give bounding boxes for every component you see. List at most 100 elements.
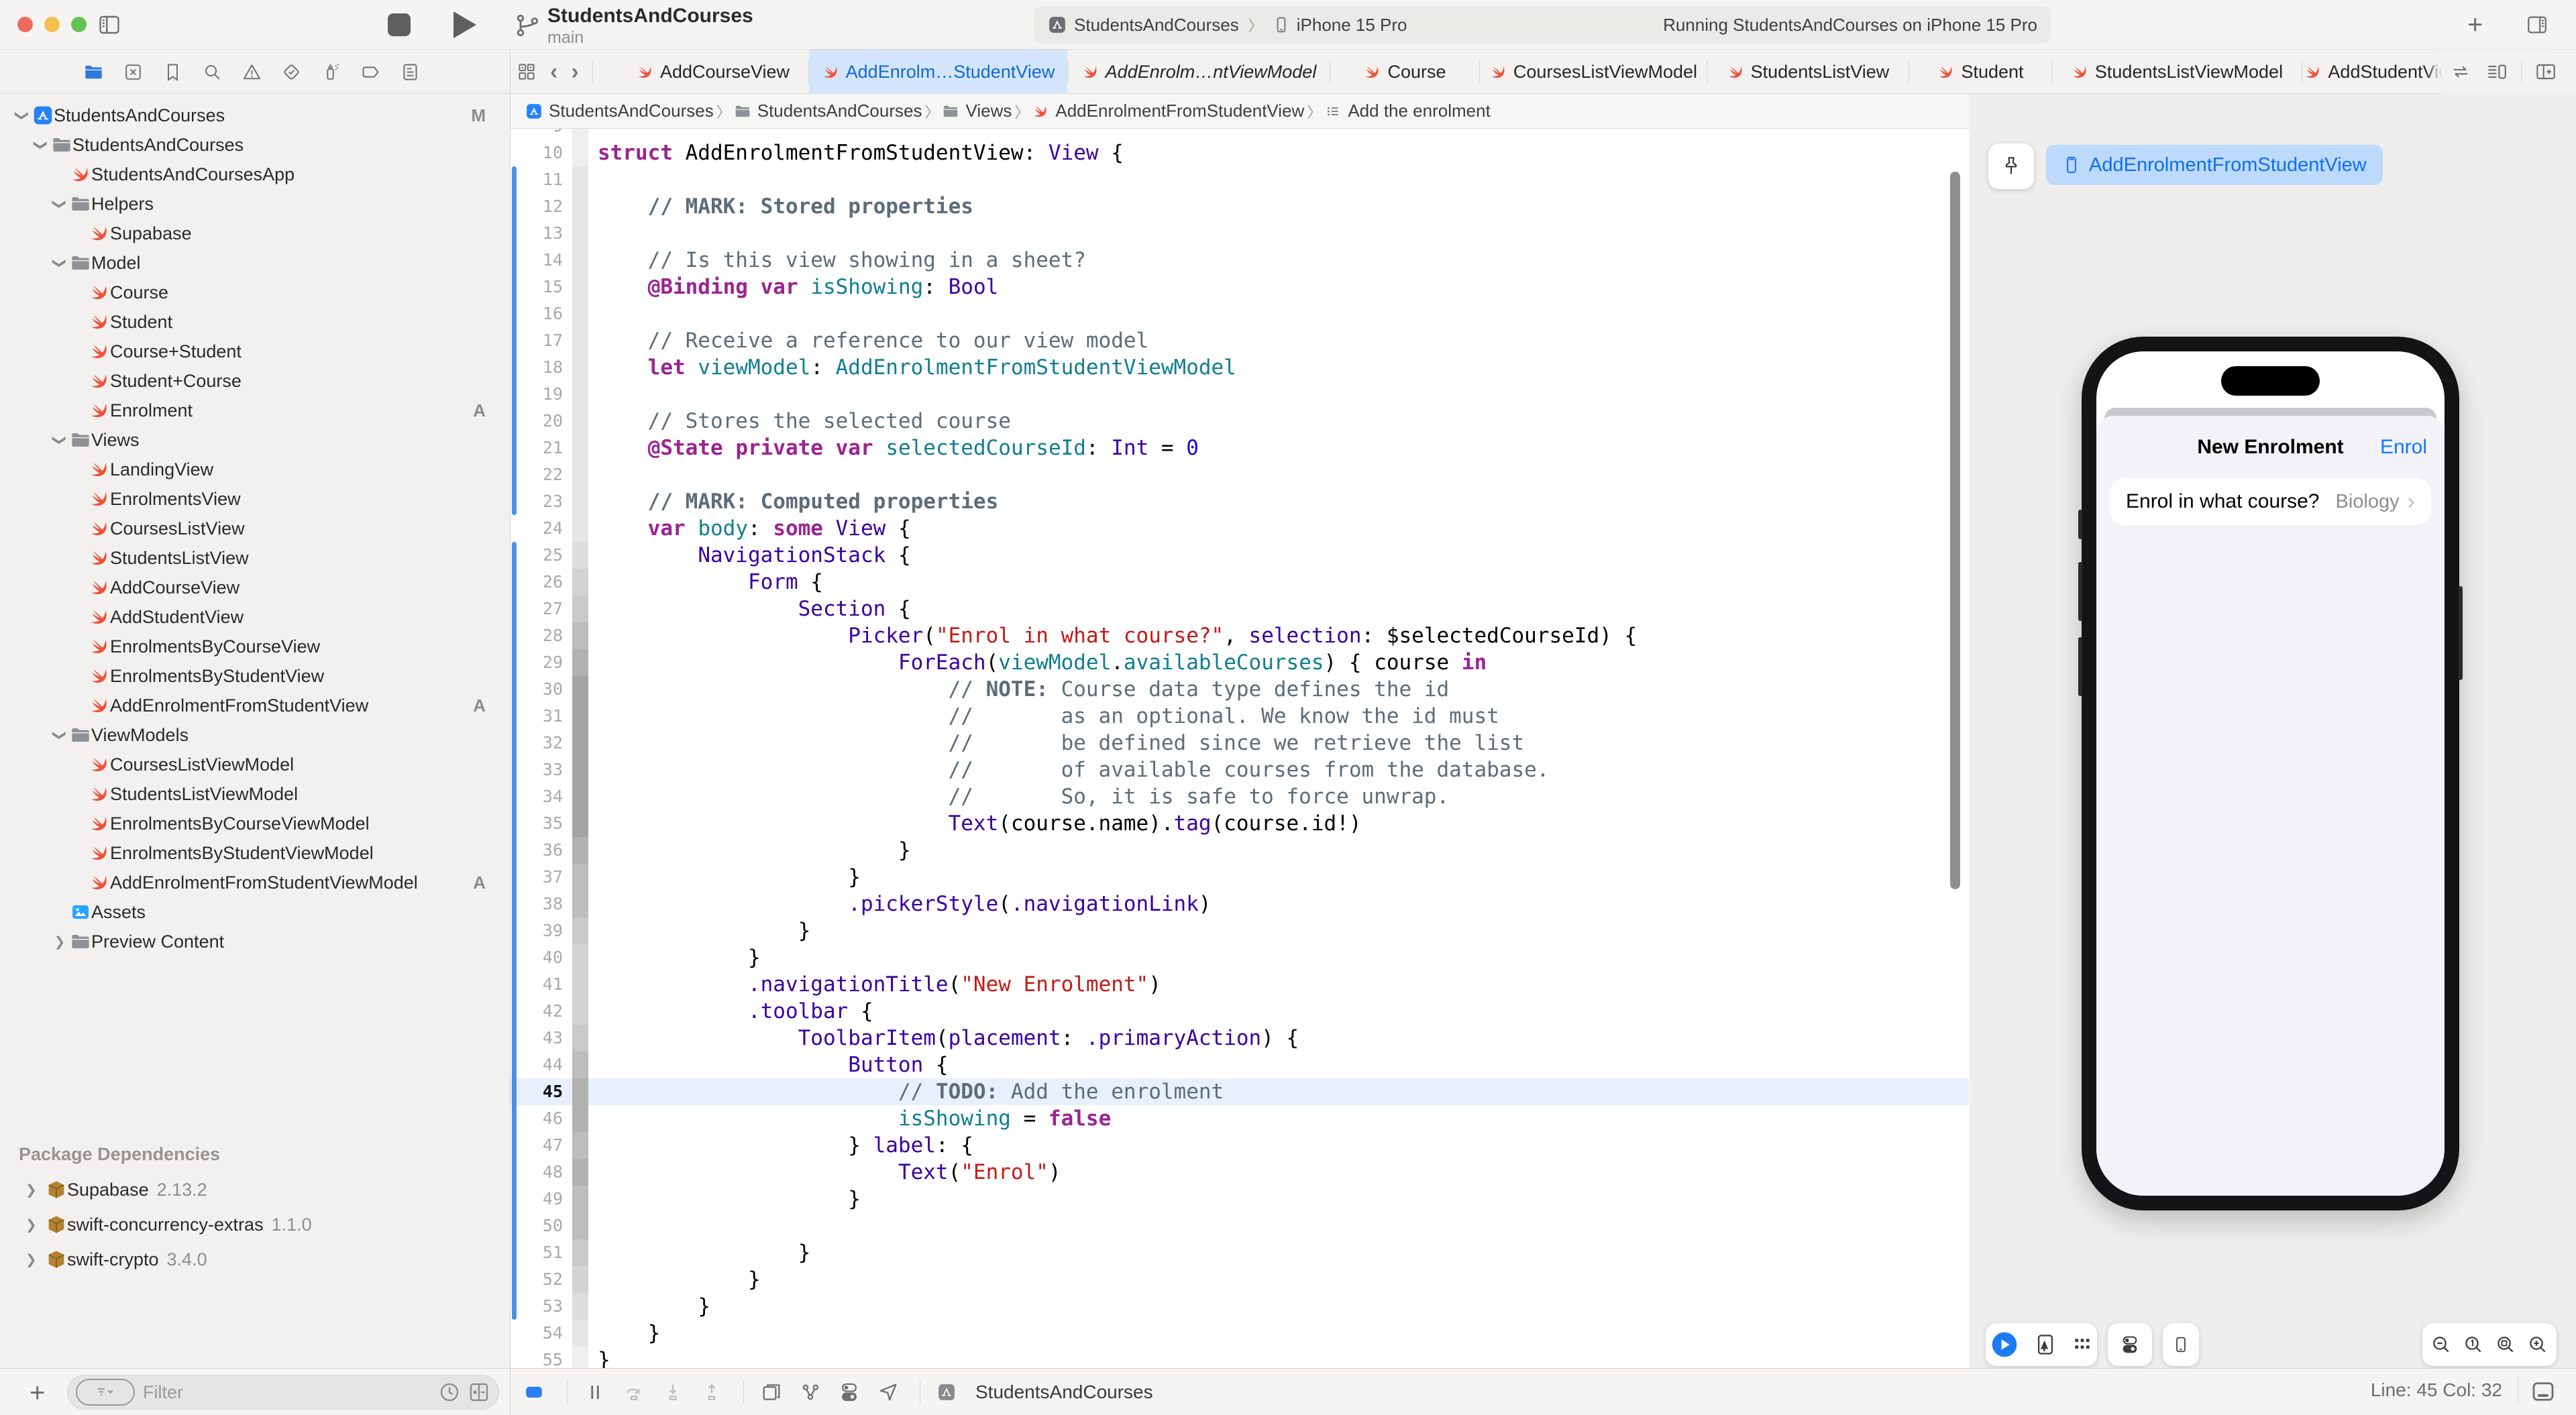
code-line-21[interactable]: 21 @State private var selectedCourseId: … [511,435,1969,461]
fold-ribbon[interactable] [572,730,588,756]
editor-options-icon[interactable] [2485,61,2509,82]
sidebar-item-Assets[interactable]: Assets [0,897,510,927]
source-control-navigator-icon[interactable] [123,62,144,82]
sidebar-item-EnrolmentsByCourseView[interactable]: EnrolmentsByCourseView [0,632,510,661]
fold-ribbon[interactable] [572,971,588,998]
code-line-13[interactable]: 13 [511,220,1969,247]
sidebar-divider[interactable] [510,50,511,1415]
fold-ribbon[interactable] [572,1078,588,1105]
code-line-23[interactable]: 23 // MARK: Computed properties [511,488,1969,515]
fold-ribbon[interactable] [572,435,588,461]
fold-ribbon[interactable] [572,810,588,837]
fold-ribbon[interactable] [572,1347,588,1368]
sidebar-item-Preview Content[interactable]: ❯Preview Content [0,927,510,956]
sidebar-item-CoursesListView[interactable]: CoursesListView [0,514,510,543]
fold-ribbon[interactable] [572,622,588,649]
activity-status-pill[interactable]: StudentsAndCourses 〉 iPhone 15 Pro Runni… [1034,6,2051,44]
live-preview-button[interactable] [1990,1330,2019,1359]
sidebar-item-StudentsAndCourses[interactable]: ❯StudentsAndCoursesM [0,101,510,130]
fold-ribbon[interactable] [572,327,588,354]
fold-ribbon[interactable] [572,354,588,381]
code-line-24[interactable]: 24 var body: some View { [511,515,1969,542]
project-navigator-icon[interactable] [83,62,104,82]
package-item-swift-concurrency-extras[interactable]: ❯swift-concurrency-extras1.1.0 [0,1207,510,1242]
enrol-button[interactable]: Enrol [2380,436,2427,459]
code-line-10[interactable]: 10struct AddEnrolmentFromStudentView: Vi… [511,139,1969,166]
code-line-29[interactable]: 29 ForEach(viewModel.availableCourses) {… [511,649,1969,676]
breadcrumb-item-AddEnrolmentFromStudentView[interactable]: AddEnrolmentFromStudentView [1032,101,1304,121]
fold-ribbon[interactable] [572,1132,588,1159]
tab-CoursesListViewModel[interactable]: CoursesListViewModel [1480,50,1707,94]
bookmark-navigator-icon[interactable] [162,62,183,82]
code-line-36[interactable]: 36 } [511,837,1969,864]
fold-ribbon[interactable] [572,1159,588,1186]
report-navigator-icon[interactable] [400,62,421,82]
sidebar-item-Supabase[interactable]: Supabase [0,219,510,248]
fold-ribbon[interactable] [572,488,588,515]
code-line-9[interactable]: 9 [511,129,1969,139]
fold-ribbon[interactable] [572,1239,588,1266]
step-over-icon[interactable] [623,1381,645,1404]
zoom-100-icon[interactable] [2463,1334,2484,1355]
code-line-45[interactable]: 45 // TODO: Add the enrolment [511,1078,1969,1105]
code-line-20[interactable]: 20 // Stores the selected course [511,408,1969,435]
sidebar-item-EnrolmentsView[interactable]: EnrolmentsView [0,484,510,514]
related-items-icon[interactable] [517,62,537,82]
fold-ribbon[interactable] [572,676,588,703]
disclosure-closed-icon[interactable]: ❯ [25,1182,46,1198]
code-line-42[interactable]: 42 .toolbar { [511,998,1969,1025]
tab-Student[interactable]: Student [1909,50,2051,94]
sidebar-item-AddEnrolmentFromStudentViewModel[interactable]: AddEnrolmentFromStudentViewModelA [0,868,510,897]
code-line-44[interactable]: 44 Button { [511,1052,1969,1078]
sidebar-item-Views[interactable]: ❯Views [0,425,510,455]
toggle-left-sidebar-icon[interactable] [97,13,122,37]
sidebar-item-LandingView[interactable]: LandingView [0,455,510,484]
code-line-19[interactable]: 19 [511,381,1969,408]
sidebar-item-Model[interactable]: ❯Model [0,248,510,278]
fold-ribbon[interactable] [572,1266,588,1293]
fold-ribbon[interactable] [572,1105,588,1132]
code-line-49[interactable]: 49 } [511,1186,1969,1212]
view-hierarchy-icon[interactable] [760,1381,783,1404]
package-item-swift-crypto[interactable]: ❯swift-crypto3.4.0 [0,1242,510,1277]
sidebar-item-AddStudentView[interactable]: AddStudentView [0,602,510,632]
code-line-22[interactable]: 22 [511,461,1969,488]
breadcrumb-item-StudentsAndCourses[interactable]: StudentsAndCourses [734,101,922,121]
tab-AddEnrolm…ntViewModel[interactable]: AddEnrolm…ntViewModel [1068,50,1330,94]
memory-graph-icon[interactable] [799,1381,822,1404]
close-window-button[interactable] [17,17,33,32]
fold-ribbon[interactable] [572,139,588,166]
zoom-out-icon[interactable] [2430,1334,2452,1355]
fold-ribbon[interactable] [572,891,588,917]
issue-navigator-icon[interactable] [241,62,262,82]
variants-mode-button[interactable] [2072,1334,2093,1355]
zoom-in-icon[interactable] [2527,1334,2548,1355]
code-line-28[interactable]: 28 Picker("Enrol in what course?", selec… [511,622,1969,649]
fold-ribbon[interactable] [572,596,588,622]
fold-ribbon[interactable] [572,864,588,891]
fold-ribbon[interactable] [572,944,588,971]
sidebar-item-StudentsAndCoursesApp[interactable]: StudentsAndCoursesApp [0,160,510,189]
editor-scrollbar[interactable] [1950,172,1960,889]
run-destination[interactable]: StudentsAndCourses 〉 iPhone 15 Pro [1047,14,1407,36]
code-line-41[interactable]: 41 .navigationTitle("New Enrolment") [511,971,1969,998]
environment-overrides-icon[interactable] [838,1381,861,1404]
sidebar-item-Course+Student[interactable]: Course+Student [0,337,510,366]
source-control-status-filter-icon[interactable] [468,1381,490,1404]
preview-pin-button[interactable] [1988,144,2034,189]
fold-ribbon[interactable] [572,1052,588,1078]
fold-ribbon[interactable] [572,756,588,783]
disclosure-open-icon[interactable]: ❯ [52,725,68,745]
disclosure-open-icon[interactable]: ❯ [52,253,68,273]
fold-ribbon[interactable] [572,917,588,944]
code-line-37[interactable]: 37 } [511,864,1969,891]
breakpoints-toggle-button[interactable] [521,1382,547,1402]
zoom-window-button[interactable] [71,17,87,32]
sidebar-item-EnrolmentsByStudentViewModel[interactable]: EnrolmentsByStudentViewModel [0,838,510,868]
go-back-icon[interactable]: ‹ [550,59,557,85]
fold-ribbon[interactable] [572,408,588,435]
fold-ribbon[interactable] [572,703,588,730]
code-line-47[interactable]: 47 } label: { [511,1132,1969,1159]
fold-ribbon[interactable] [572,461,588,488]
disclosure-closed-icon[interactable]: ❯ [50,933,70,950]
